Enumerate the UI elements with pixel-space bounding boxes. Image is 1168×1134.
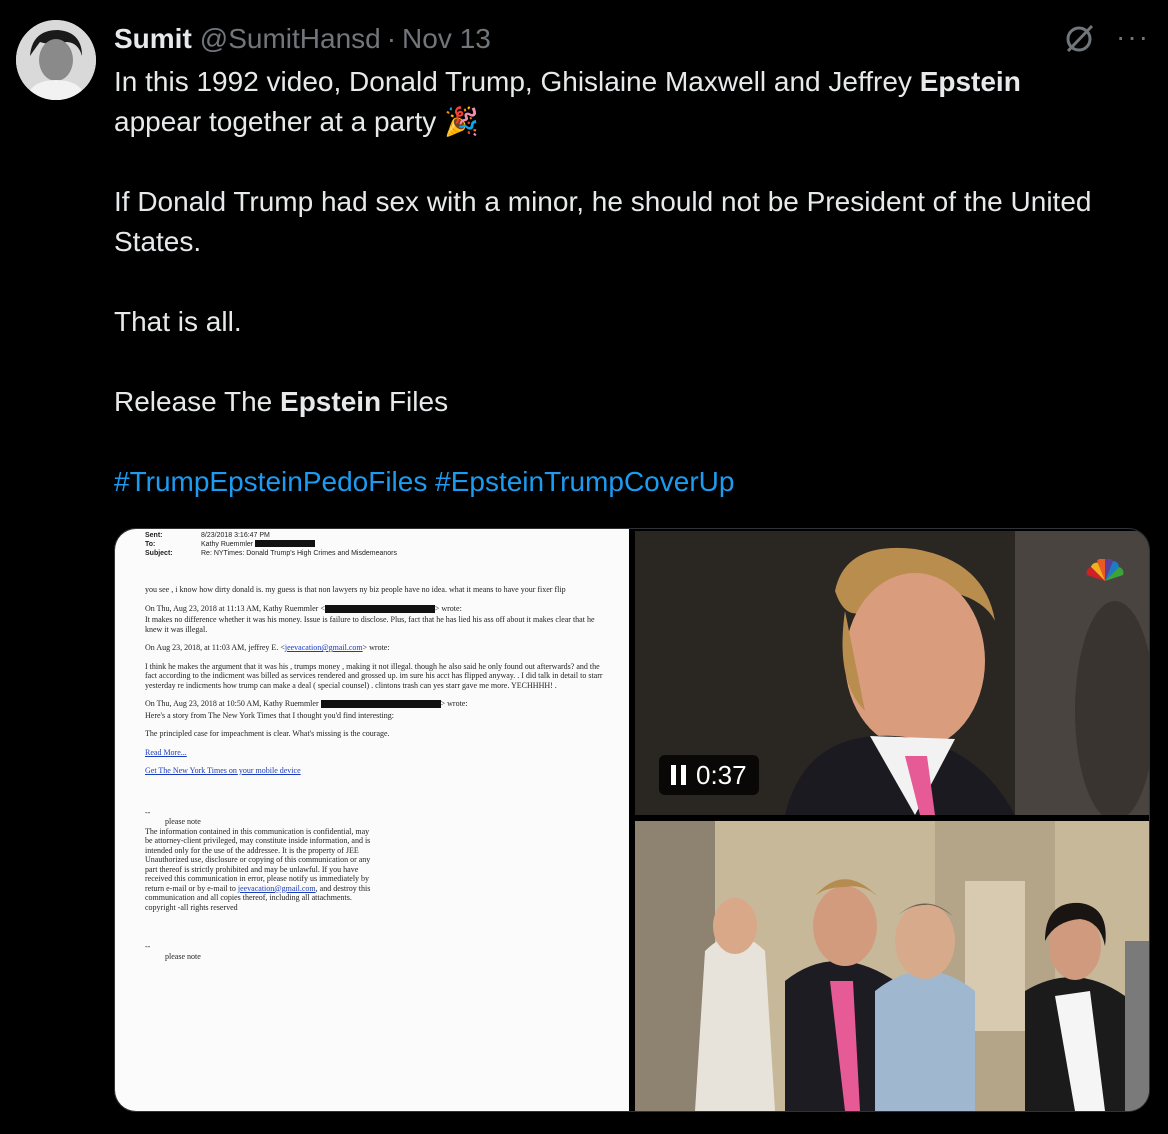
please-note: please note [165, 817, 201, 826]
redaction-bar [255, 540, 316, 547]
media-grid: Sent: 8/23/2018 3:16:47 PM To: Kathy Ruemm… [114, 528, 1150, 1112]
tweet-paragraph-3: That is all. [114, 306, 242, 337]
tweet-text-line2: appear together at a party [114, 106, 437, 137]
to-value: Kathy Ruemmler [201, 541, 254, 548]
email-paragraph: It makes no difference whether it was hi… [145, 615, 595, 634]
email-document-image[interactable]: Sent: 8/23/2018 3:16:47 PM To: Kathy Ruemm… [115, 529, 629, 1111]
quote-header: On Thu, Aug 23, 2018 at 11:13 AM, Kathy … [145, 603, 325, 613]
avatar[interactable] [16, 20, 96, 100]
subject-label: Subject: [145, 550, 173, 557]
tweet-body: In this 1992 video, Donald Trump, Ghisla… [114, 62, 1124, 502]
disclaimer: The information contained in this commun… [145, 827, 375, 913]
sent-value: 8/23/2018 3:16:47 PM [201, 532, 270, 539]
signature-separator: -- [145, 807, 151, 817]
nyt-mobile-link: Get The New York Times on your mobile de… [145, 766, 301, 775]
video-still-image[interactable] [635, 821, 1149, 1111]
video-player[interactable]: 0:37 [635, 531, 1149, 815]
email-paragraph: The principled case for impeachment is c… [145, 729, 390, 738]
hashtag-line: #TrumpEpsteinPedoFiles #EpsteinTrumpCove… [114, 462, 1124, 502]
tweet-text-highlight: Epstein [919, 66, 1021, 97]
quote-header: On Aug 23, 2018, at 11:03 AM, jeffrey E.… [145, 643, 285, 652]
quote-header: > wrote: [362, 643, 390, 652]
subject-value: Re: NYTimes: Donald Trump's High Crimes … [201, 550, 397, 557]
nbc-peacock-icon [1086, 559, 1124, 581]
redaction-bar [320, 700, 441, 709]
video-duration: 0:37 [696, 759, 747, 790]
email-paragraph: On Thu, Aug 23, 2018 at 10:50 AM, Kathy … [145, 699, 605, 709]
party-popper-icon: 🎉 [444, 106, 479, 137]
tweet-paragraph-2: If Donald Trump had sex with a minor, he… [114, 186, 1092, 257]
author-name[interactable]: Sumit [114, 23, 192, 55]
email-link: jeevacation@gmail.com [237, 883, 316, 893]
please-note: please note [165, 951, 201, 961]
read-more-link: Read More... [145, 747, 187, 757]
email-paragraph: On Thu, Aug 23, 2018 at 11:13 AM, Kathy … [145, 604, 605, 614]
email-paragraph: I think he makes the argument that it wa… [145, 661, 603, 690]
email-link: jeevacation@gmail.com [284, 643, 363, 652]
tweet-text-line1: In this 1992 video, Donald Trump, Ghisla… [114, 66, 920, 97]
tweet-text-highlight: Epstein [280, 386, 382, 417]
video-time-badge[interactable]: 0:37 [659, 755, 759, 795]
email-header: Sent: 8/23/2018 3:16:47 PM To: Kathy Ruemm… [145, 531, 397, 558]
tweet-paragraph-1: In this 1992 video, Donald Trump, Ghisla… [114, 62, 1124, 142]
email-paragraph: On Aug 23, 2018, at 11:03 AM, jeffrey E.… [145, 643, 605, 653]
quote-header: > wrote: [440, 699, 468, 708]
separator-dot: · [386, 23, 397, 54]
grok-icon[interactable] [1064, 22, 1096, 59]
quote-header: > wrote: [434, 603, 462, 613]
tweet-header: Sumit @SumitHansd · Nov 13 [114, 22, 491, 56]
tweet-text-segment: Files [381, 386, 449, 417]
signature-separator: -- [145, 942, 151, 951]
tweet-actions-top: ··· [1064, 21, 1150, 59]
tweet-paragraph-4: Release The Epstein Files [114, 382, 1124, 422]
hashtag-link[interactable]: #TrumpEpsteinPedoFiles [114, 466, 427, 497]
hashtag-link[interactable]: #EpsteinTrumpCoverUp [435, 466, 734, 497]
timestamp[interactable]: Nov 13 [402, 23, 491, 55]
redaction-bar [324, 604, 435, 613]
more-options-icon[interactable]: ··· [1116, 21, 1150, 53]
sent-label: Sent: [145, 532, 163, 539]
author-handle[interactable]: @SumitHansd [200, 23, 381, 55]
tweet-text-segment: Release The [114, 386, 281, 417]
video-frame-group [635, 821, 1149, 1111]
email-paragraph: Here's a story from The New York Times t… [145, 710, 394, 720]
email-body: you see , i know how dirty donald is. my… [145, 585, 605, 961]
email-paragraph: you see , i know how dirty donald is. my… [145, 585, 566, 594]
pause-icon[interactable] [671, 765, 686, 785]
to-label: To: [145, 541, 156, 548]
avatar-image [16, 20, 96, 100]
quote-header: On Thu, Aug 23, 2018 at 10:50 AM, Kathy … [145, 699, 319, 708]
